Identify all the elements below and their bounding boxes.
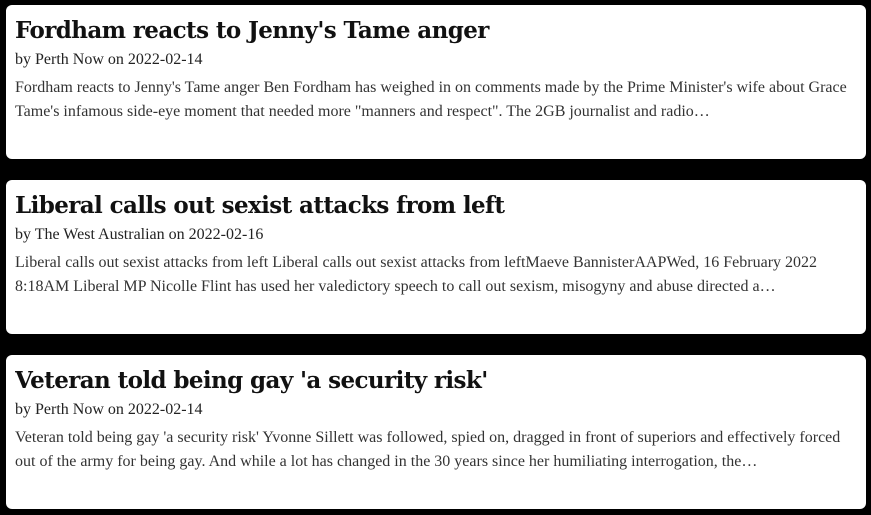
article-title[interactable]: Liberal calls out sexist attacks from le… [15,192,856,220]
article-excerpt: Liberal calls out sexist attacks from le… [15,254,818,295]
article-byline: by The West Australian on 2022-02-16 [15,226,264,243]
article-card[interactable]: Veteran told being gay 'a security risk'… [6,355,866,509]
article-title[interactable]: Veteran told being gay 'a security risk' [15,367,856,395]
article-card[interactable]: Fordham reacts to Jenny's Tame anger by … [6,5,866,159]
article-byline: by Perth Now on 2022-02-14 [15,51,203,68]
article-byline: by Perth Now on 2022-02-14 [15,401,203,418]
article-feed: Fordham reacts to Jenny's Tame anger by … [0,0,871,515]
article-excerpt: Fordham reacts to Jenny's Tame anger Ben… [15,79,847,120]
article-title[interactable]: Fordham reacts to Jenny's Tame anger [15,17,856,45]
article-excerpt: Veteran told being gay 'a security risk'… [15,429,841,470]
article-card[interactable]: Liberal calls out sexist attacks from le… [6,180,866,334]
